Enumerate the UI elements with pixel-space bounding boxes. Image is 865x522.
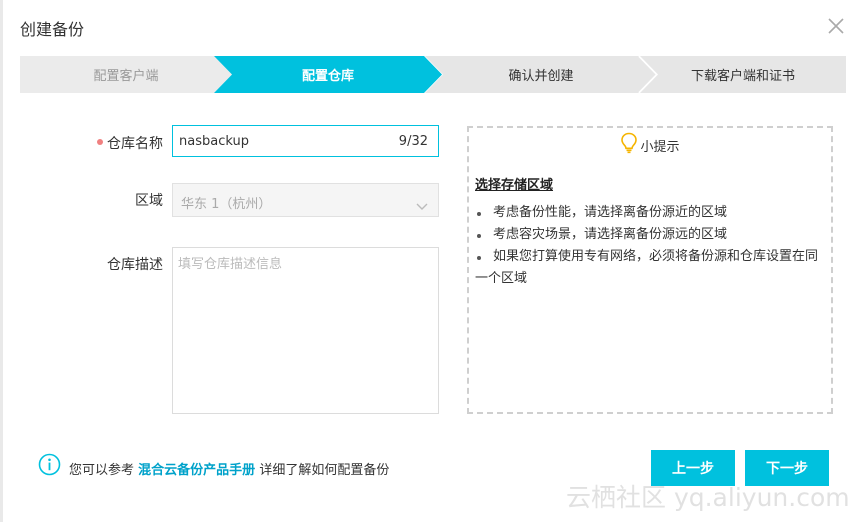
chevron-down-icon: [416, 196, 428, 215]
info-icon: [38, 453, 61, 480]
lightbulb-icon: [620, 132, 640, 158]
step-confirm-create: 确认并创建: [425, 56, 657, 93]
region-label: 区域: [135, 193, 163, 209]
footer-text-after: 详细了解如何配置备份: [259, 463, 390, 478]
step-label: 配置仓库: [301, 69, 354, 84]
product-manual-link[interactable]: 混合云备份产品手册: [138, 463, 255, 478]
char-counter: 9/32: [398, 134, 428, 149]
tips-panel: 小提示 选择存储区域 考虑备份性能，请选择离备份源近的区域 考虑容灾场景，请选择…: [467, 126, 833, 414]
repo-name-value: nasbackup: [179, 134, 249, 149]
step-configure-client: 配置客户端: [20, 56, 232, 93]
list-item: 如果您打算使用专有网络，必须将备份源和仓库设置在同一个区域: [475, 249, 819, 286]
dialog-title: 创建备份: [20, 20, 85, 39]
repo-name-label: 仓库名称: [107, 136, 163, 152]
tips-title: 选择存储区域: [475, 178, 554, 193]
repo-desc-textarea[interactable]: [172, 247, 439, 414]
step-download-client: 下载客户端和证书: [640, 56, 846, 93]
step-label: 确认并创建: [508, 69, 574, 84]
close-icon[interactable]: [826, 16, 846, 36]
region-value: 华东 1（杭州）: [181, 197, 272, 212]
step-configure-repository: 配置仓库: [214, 56, 442, 93]
footer-hint: 您可以参考 混合云备份产品手册 详细了解如何配置备份: [69, 459, 389, 478]
create-backup-dialog: 创建备份 配置客户端 确认并创建 下载客户端和证书 配置仓库 仓库名称 nasb…: [0, 0, 865, 522]
list-item: 考虑容灾场景，请选择离备份源远的区域: [475, 224, 829, 246]
wizard-stepper: 配置客户端 确认并创建 下载客户端和证书 配置仓库: [20, 56, 846, 93]
region-select[interactable]: 华东 1（杭州）: [172, 183, 439, 217]
repo-desc-label: 仓库描述: [107, 257, 163, 273]
list-item: 考虑备份性能，请选择离备份源近的区域: [475, 202, 829, 224]
tips-header-text: 小提示: [640, 139, 680, 155]
step-label: 下载客户端和证书: [690, 69, 795, 84]
footer-text-before: 您可以参考: [69, 463, 135, 478]
tips-list: 考虑备份性能，请选择离备份源近的区域 考虑容灾场景，请选择离备份源远的区域 如果…: [475, 202, 829, 290]
step-label: 配置客户端: [93, 69, 159, 84]
page-edge: [0, 0, 3, 522]
repo-name-input[interactable]: nasbackup 9/32: [172, 125, 439, 157]
watermark: 云栖社区 yq.aliyun.com: [566, 483, 850, 512]
tips-header: 小提示: [469, 132, 831, 158]
